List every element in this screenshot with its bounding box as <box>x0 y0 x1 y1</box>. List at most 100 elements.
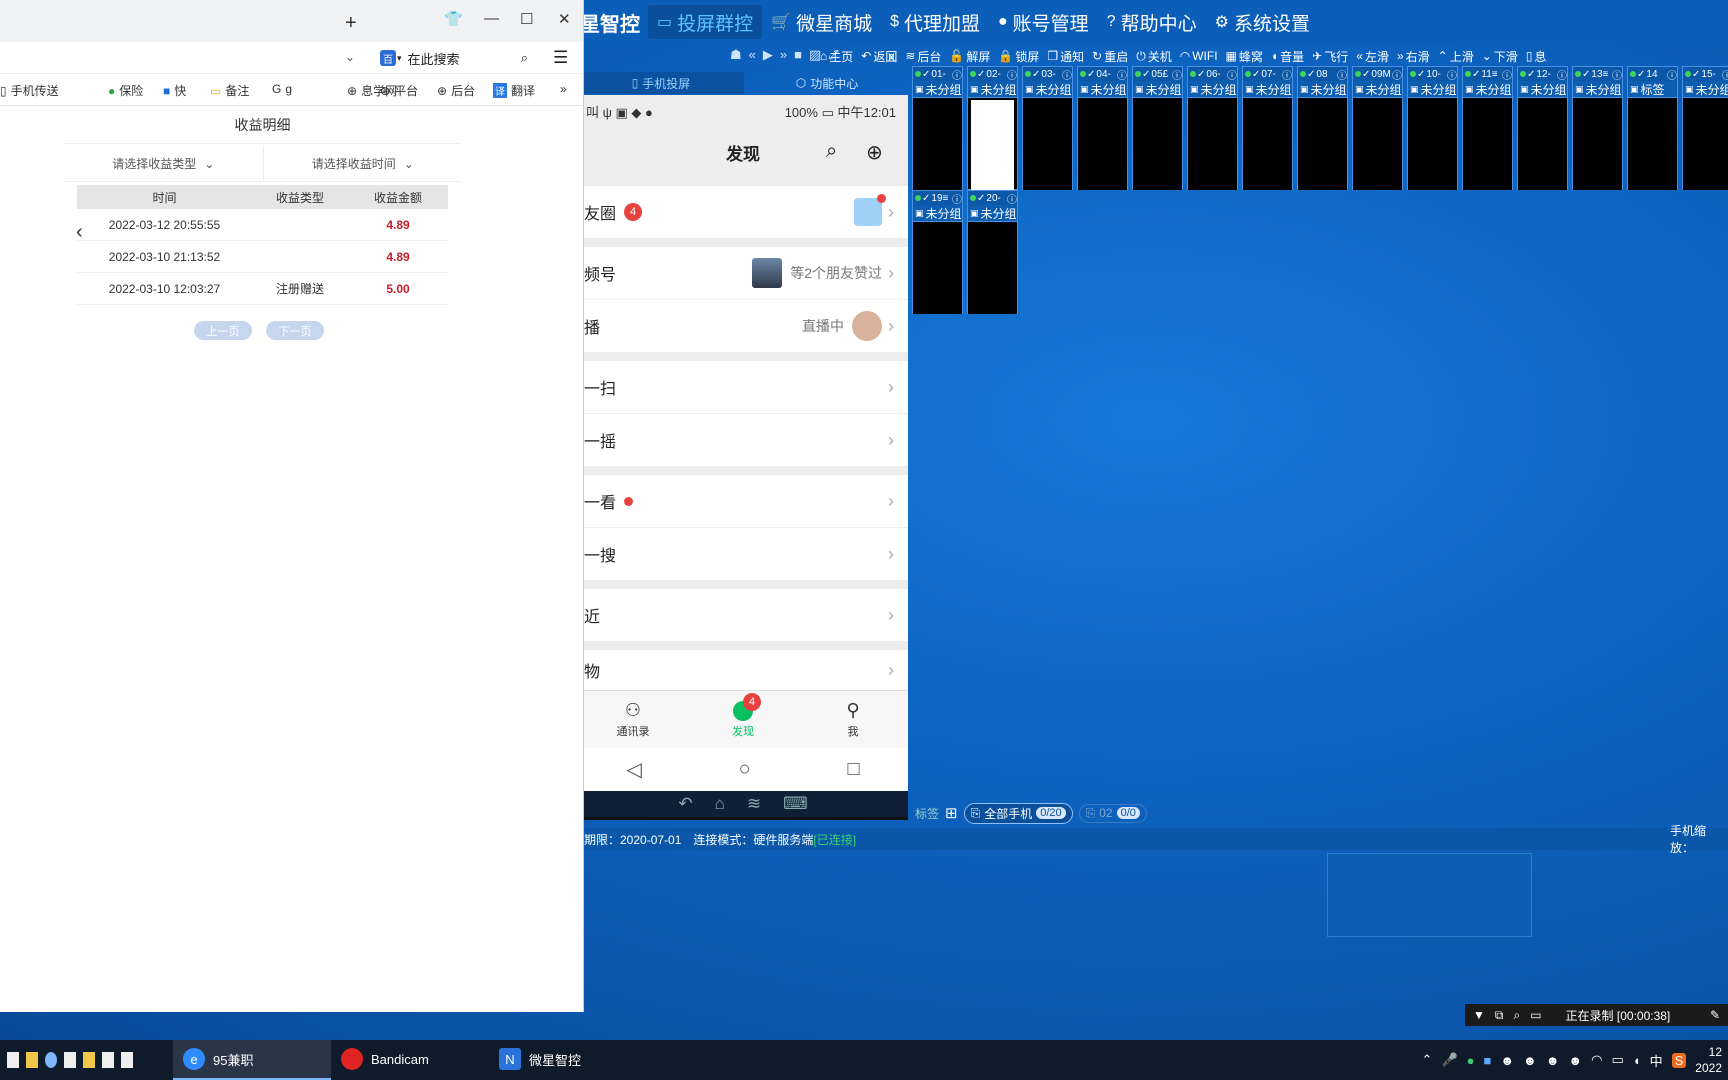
toolbar-layers[interactable]: ≋ 后台 <box>905 48 941 65</box>
search-icon[interactable]: ⌕ <box>826 140 837 163</box>
check-icon[interactable]: ✓ <box>977 193 985 204</box>
device-screen[interactable] <box>1133 98 1182 190</box>
device-tile[interactable]: ✓ 05£ ⓘ ▣ 未分组 <box>1132 66 1183 190</box>
favorite-item[interactable]: 译翻译 <box>493 82 535 99</box>
list-item-channels[interactable]: 频号 等2个朋友赞过 › <box>578 247 908 299</box>
device-tile[interactable]: ✓ 07- ⓘ ▣ 未分组 <box>1242 66 1293 190</box>
info-icon[interactable]: ⓘ <box>1612 67 1622 82</box>
tab-contacts[interactable]: ⚇ 通讯录 <box>578 691 688 748</box>
favorite-item[interactable]: ⊕ 后台 <box>437 82 475 99</box>
check-icon[interactable]: ✓ <box>1472 69 1480 80</box>
device-tile[interactable]: ✓ 19≡ ⓘ ▣ 未分组 <box>912 190 963 314</box>
chevron-down-icon[interactable]: ⌄ <box>345 50 355 64</box>
search-box[interactable]: 百 ▾ 在此搜索 ⌕ <box>380 47 528 69</box>
info-icon[interactable]: ⓘ <box>1667 67 1677 82</box>
device-screen[interactable] <box>1078 98 1127 190</box>
list-item-shopping[interactable]: 物 › <box>578 650 908 690</box>
device-tile[interactable]: ✓ 15- ⓘ ▣ 未分组 <box>1682 66 1728 190</box>
tab-discover[interactable]: 4 发现 <box>688 691 798 748</box>
toolbar-cellular[interactable]: ▦ 蜂窝 <box>1226 48 1263 65</box>
filter-income-time[interactable]: 请选择收益时间 ⌄ <box>264 146 463 181</box>
pinned-folder-icon[interactable] <box>83 1052 95 1068</box>
keyboard-icon[interactable]: ⌨ <box>783 794 808 814</box>
check-icon[interactable]: ✓ <box>1142 69 1150 80</box>
layers-icon[interactable]: ≋ <box>747 794 761 814</box>
list-item-look[interactable]: 一看 › <box>578 475 908 527</box>
new-tab-plus-icon[interactable]: + <box>345 12 357 35</box>
battery-icon[interactable]: ▭ <box>1611 1052 1623 1068</box>
search-icon[interactable]: ⌕ <box>521 50 528 66</box>
toolbar-power[interactable]: ⏻ 关机 <box>1136 48 1172 65</box>
toolbar-lock[interactable]: 🔒 锁屏 <box>998 48 1039 65</box>
device-screen[interactable] <box>1463 98 1512 190</box>
device-screen[interactable] <box>1023 98 1072 190</box>
info-icon[interactable]: ⓘ <box>1502 67 1512 82</box>
check-icon[interactable]: ✓ <box>1197 69 1205 80</box>
nav-settings[interactable]: ⚙ 系统设置 <box>1206 5 1319 39</box>
info-icon[interactable]: ⓘ <box>1007 191 1017 206</box>
check-icon[interactable]: ✓ <box>1252 69 1260 80</box>
check-icon[interactable]: ✓ <box>977 69 985 80</box>
toolbar-unlock[interactable]: 🔓 解屏 <box>949 48 990 65</box>
info-icon[interactable]: ⓘ <box>1172 67 1182 82</box>
device-screen[interactable] <box>1243 98 1292 190</box>
device-screen[interactable] <box>1628 98 1677 190</box>
list-item-scan[interactable]: 一扫 › <box>578 361 908 413</box>
clock[interactable]: 12 2022 <box>1695 1044 1722 1076</box>
sogou-icon[interactable]: S <box>1671 1052 1687 1068</box>
info-icon[interactable]: ⓘ <box>1557 67 1567 82</box>
record-icon[interactable]: ■ <box>794 47 802 67</box>
favorite-item[interactable]: ▯ 手机传送 <box>0 82 59 99</box>
toolbar-restart[interactable]: ↻ 重启 <box>1092 48 1128 65</box>
device-tile[interactable]: ✓ 14 ⓘ ▣ 标签 <box>1627 66 1678 190</box>
check-icon[interactable]: ✓ <box>1087 69 1095 80</box>
maximize-icon[interactable]: ☐ <box>520 10 533 28</box>
back-triangle-icon[interactable]: ◁ <box>626 757 641 782</box>
info-icon[interactable]: ⓘ <box>952 67 962 82</box>
home-circle-icon[interactable]: ○ <box>739 758 751 781</box>
info-icon[interactable]: ⓘ <box>952 191 962 206</box>
more-favorites-icon[interactable]: » <box>560 82 567 96</box>
minimize-icon[interactable]: — <box>484 10 499 27</box>
device-screen[interactable] <box>1408 98 1457 190</box>
toolbar-right-swipe[interactable]: » 右滑 <box>1397 48 1430 65</box>
check-icon[interactable]: ✓ <box>1417 69 1425 80</box>
check-icon[interactable]: ✓ <box>1032 69 1040 80</box>
toolbar-down-swipe[interactable]: ⌄ 下滑 <box>1482 48 1518 65</box>
toolbar-msg[interactable]: ▯ 息 <box>1526 48 1547 65</box>
filter-income-type[interactable]: 请选择收益类型 ⌄ <box>64 146 264 181</box>
device-screen[interactable] <box>971 100 1014 192</box>
toolbar-wifi[interactable]: ◠ WIFI <box>1180 49 1218 63</box>
play-icon[interactable]: ▶ <box>763 47 773 67</box>
zoom-icon[interactable]: ⌕ <box>1513 1008 1520 1023</box>
device-screen[interactable] <box>913 222 962 314</box>
device-screen[interactable] <box>968 222 1017 314</box>
info-icon[interactable]: ⓘ <box>1282 67 1292 82</box>
home-icon[interactable]: ⌂ <box>715 794 725 814</box>
device-screen[interactable] <box>1188 98 1237 190</box>
pen-icon[interactable]: ✎ <box>1710 1008 1720 1022</box>
device-tile[interactable]: ✓ 08 ⓘ ▣ 未分组 <box>1297 66 1348 190</box>
qq-tray-icon[interactable]: ☻ <box>1546 1053 1560 1068</box>
list-item-moments[interactable]: 友圈 4 › <box>578 186 908 238</box>
tag-filter[interactable]: ⎘ 02 0/0 <box>1078 803 1147 823</box>
list-item-live[interactable]: 播 直播中 › <box>578 300 908 352</box>
android-icon[interactable]: ☗ <box>730 47 742 67</box>
pinned-folder-icon[interactable] <box>26 1052 38 1068</box>
favorite-item[interactable]: ■ 快 <box>163 82 186 99</box>
recents-square-icon[interactable]: □ <box>847 758 859 781</box>
nav-help[interactable]: ? 帮助中心 <box>1098 5 1206 39</box>
pinned-doc-icon[interactable] <box>7 1052 19 1068</box>
device-tile[interactable]: ✓ 20- ⓘ ▣ 未分组 <box>967 190 1018 314</box>
toolbar-plane[interactable]: ✈ 飞行 <box>1312 48 1348 65</box>
info-icon[interactable]: ⓘ <box>1337 67 1347 82</box>
toolbar-volume[interactable]: ◖ 音量 <box>1271 48 1304 65</box>
rewind-icon[interactable]: « <box>749 47 756 67</box>
check-icon[interactable]: ✓ <box>1307 69 1315 80</box>
close-icon[interactable]: ✕ <box>558 10 571 28</box>
favorite-item[interactable]: ⊕ 平台 <box>380 82 418 99</box>
qq-tray-icon[interactable]: ☻ <box>1500 1053 1514 1068</box>
favorite-item[interactable]: ● 保险 <box>108 82 143 99</box>
ime-indicator[interactable]: 中 <box>1650 1051 1663 1070</box>
next-page-button[interactable]: 下一页 <box>266 321 324 340</box>
